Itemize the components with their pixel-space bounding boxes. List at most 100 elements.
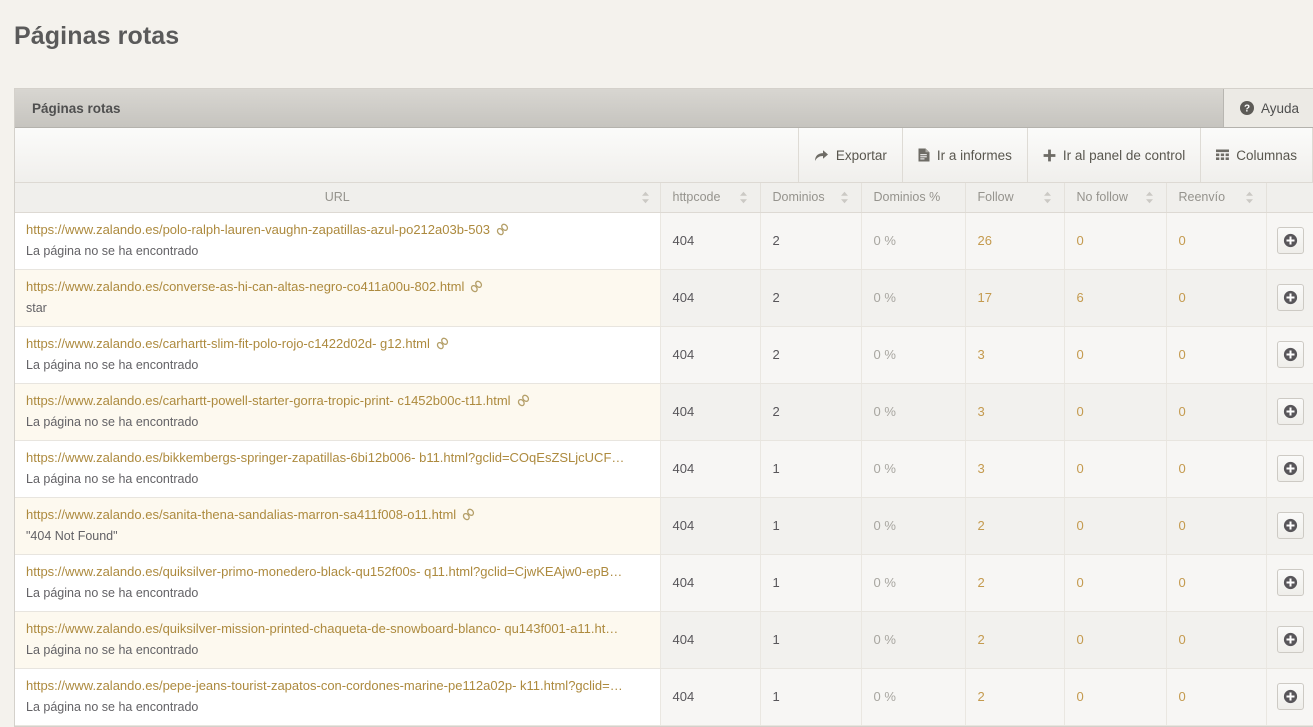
sort-icon-reenvio[interactable]: [1245, 191, 1254, 204]
cell-nofollow: 0: [1063, 326, 1166, 384]
table-row: https://www.zalando.es/carhartt-slim-fit…: [15, 326, 1313, 384]
cell-reenvio: 0: [1165, 497, 1266, 555]
chain-link-icon[interactable]: [517, 394, 530, 407]
sort-icon-httpcode[interactable]: [739, 191, 748, 204]
cell-dominios-value: 1: [772, 461, 780, 476]
cell-httpcode: 404: [659, 497, 760, 555]
cell-follow: 2: [964, 497, 1064, 555]
go-to-dashboard-label: Ir al panel de control: [1062, 147, 1186, 163]
url-link[interactable]: https://www.zalando.es/quiksilver-missio…: [26, 621, 618, 637]
cell-httpcode: 404: [659, 554, 760, 612]
cell-httpcode: 404: [659, 269, 760, 327]
cell-dominios-value: 2: [772, 233, 780, 248]
cell-httpcode-value: 404: [672, 575, 695, 590]
cell-url: https://www.zalando.es/bikkembergs-sprin…: [15, 440, 660, 498]
cell-httpcode-value: 404: [672, 290, 695, 305]
url-link[interactable]: https://www.zalando.es/pepe-jeans-touris…: [26, 678, 623, 694]
url-status-note: La página no se ha encontrado: [26, 699, 199, 714]
cell-dominios: 1: [759, 668, 861, 726]
column-label-follow: Follow: [977, 190, 1014, 205]
expand-row-button[interactable]: [1276, 398, 1304, 425]
cell-dominios-pct-value: 0 %: [873, 233, 896, 248]
cell-reenvio-value: 0: [1178, 233, 1186, 248]
help-button[interactable]: ? Ayuda: [1222, 89, 1313, 127]
column-header-reenvio[interactable]: Reenvío: [1165, 183, 1266, 213]
sort-icon-nofollow[interactable]: [1145, 191, 1154, 204]
column-header-url[interactable]: URL: [15, 183, 660, 213]
cell-dominios-pct-value: 0 %: [873, 290, 896, 305]
table-row: https://www.zalando.es/quiksilver-missio…: [15, 611, 1313, 669]
cell-dominios-pct-value: 0 %: [873, 518, 896, 533]
export-button[interactable]: Exportar: [797, 128, 902, 182]
cell-nofollow: 0: [1063, 440, 1166, 498]
sort-icon-dominios[interactable]: [840, 191, 849, 204]
cell-url: https://www.zalando.es/pepe-jeans-touris…: [15, 668, 660, 726]
cell-nofollow-value: 6: [1076, 290, 1084, 305]
plus-circle-icon: [1283, 290, 1298, 305]
expand-row-button[interactable]: [1276, 569, 1304, 596]
cell-reenvio-value: 0: [1178, 347, 1186, 362]
sort-icon-follow[interactable]: [1043, 191, 1052, 204]
column-label-url: URL: [324, 190, 350, 205]
cell-url: https://www.zalando.es/quiksilver-primo-…: [15, 554, 660, 612]
cell-follow: 2: [964, 611, 1064, 669]
cell-follow-value: 2: [977, 632, 985, 647]
chain-link-icon[interactable]: [462, 508, 475, 521]
expand-row-button[interactable]: [1276, 341, 1304, 368]
chain-link-icon[interactable]: [436, 337, 449, 350]
cell-httpcode-value: 404: [672, 518, 695, 533]
cell-httpcode: 404: [659, 383, 760, 441]
cell-nofollow: 6: [1063, 269, 1166, 327]
plus-circle-icon: [1283, 575, 1298, 590]
expand-row-button[interactable]: [1276, 683, 1304, 710]
go-to-dashboard-button[interactable]: Ir al panel de control: [1026, 128, 1200, 182]
cell-follow-value: 3: [977, 347, 985, 362]
chain-link-icon[interactable]: [496, 223, 509, 236]
go-to-reports-button[interactable]: Ir a informes: [901, 128, 1027, 182]
cell-nofollow-value: 0: [1076, 233, 1084, 248]
columns-button[interactable]: Columnas: [1200, 128, 1313, 182]
cell-follow: 2: [964, 554, 1064, 612]
cell-httpcode: 404: [659, 440, 760, 498]
url-link[interactable]: https://www.zalando.es/converse-as-hi-ca…: [26, 279, 464, 295]
cell-nofollow: 0: [1063, 497, 1166, 555]
cell-nofollow: 0: [1063, 611, 1166, 669]
chain-link-icon[interactable]: [470, 280, 483, 293]
url-link[interactable]: https://www.zalando.es/bikkembergs-sprin…: [26, 450, 624, 466]
url-status-note: La página no se ha encontrado: [26, 357, 199, 372]
cell-dominios: 2: [759, 212, 861, 270]
page-title: Páginas rotas: [14, 22, 180, 50]
cell-url: https://www.zalando.es/quiksilver-missio…: [15, 611, 660, 669]
url-link[interactable]: https://www.zalando.es/quiksilver-primo-…: [26, 564, 622, 580]
cell-dominios: 1: [759, 497, 861, 555]
cell-httpcode-value: 404: [672, 632, 695, 647]
cell-follow: 3: [964, 383, 1064, 441]
expand-row-button[interactable]: [1276, 455, 1304, 482]
url-link[interactable]: https://www.zalando.es/polo-ralph-lauren…: [26, 222, 490, 238]
expand-row-button[interactable]: [1276, 284, 1304, 311]
cell-dominios: 2: [759, 383, 861, 441]
cell-dominios: 1: [759, 611, 861, 669]
url-link[interactable]: https://www.zalando.es/sanita-thena-sand…: [26, 507, 456, 523]
cell-nofollow: 0: [1063, 383, 1166, 441]
url-link[interactable]: https://www.zalando.es/carhartt-slim-fit…: [26, 336, 430, 352]
column-header-nofollow[interactable]: No follow: [1063, 183, 1166, 213]
table-row: https://www.zalando.es/bikkembergs-sprin…: [15, 440, 1313, 498]
column-header-dominios[interactable]: Dominios: [759, 183, 861, 213]
cell-nofollow-value: 0: [1076, 632, 1084, 647]
table-header-row: URL httpcode Dominios Dominios % Follow …: [15, 183, 1313, 213]
cell-nofollow: 0: [1063, 554, 1166, 612]
expand-row-button[interactable]: [1276, 626, 1304, 653]
cell-dominios-pct: 0 %: [860, 668, 965, 726]
cell-follow-value: 26: [977, 233, 992, 248]
column-header-httpcode[interactable]: httpcode: [659, 183, 760, 213]
expand-row-button[interactable]: [1276, 227, 1304, 254]
column-header-follow[interactable]: Follow: [964, 183, 1064, 213]
sort-icon-url[interactable]: [641, 191, 650, 204]
expand-row-button[interactable]: [1276, 512, 1304, 539]
url-status-note: La página no se ha encontrado: [26, 243, 199, 258]
url-status-note: star: [26, 300, 47, 315]
column-header-dominios-pct[interactable]: Dominios %: [860, 183, 965, 213]
url-link[interactable]: https://www.zalando.es/carhartt-powell-s…: [26, 393, 511, 409]
cell-httpcode: 404: [659, 212, 760, 270]
